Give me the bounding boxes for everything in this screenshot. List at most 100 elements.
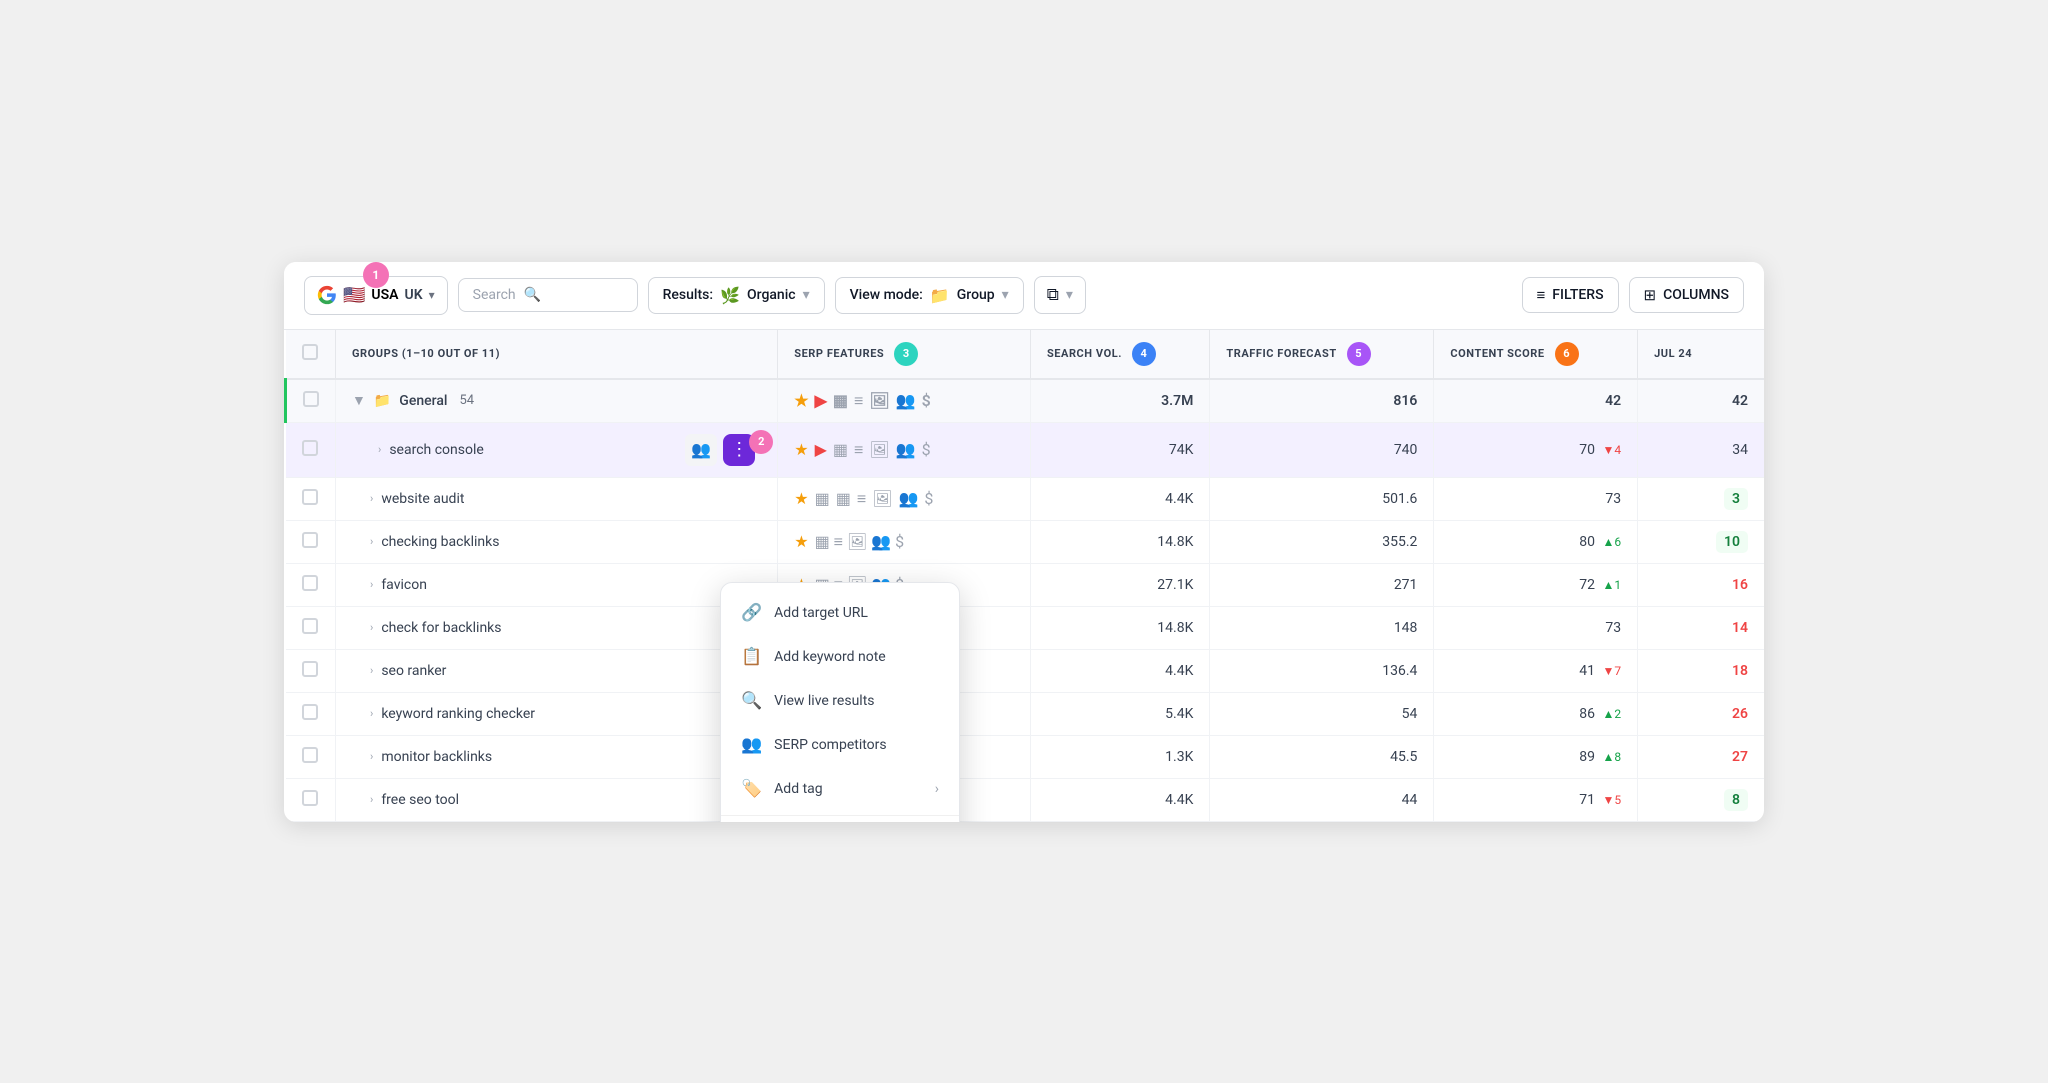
menu-item-add-url[interactable]: 🔗 Add target URL bbox=[721, 591, 959, 635]
keyword-cell: › favicon bbox=[336, 563, 778, 606]
context-menu: 🔗 Add target URL 📋 Add keyword note 🔍 Vi… bbox=[720, 582, 960, 822]
general-checkbox[interactable] bbox=[303, 391, 319, 407]
results-label: Results: bbox=[663, 287, 713, 303]
jul-cell: 10 bbox=[1638, 520, 1764, 563]
jul-header-label: JUL 24 bbox=[1654, 347, 1692, 360]
header-searchvol: SEARCH VOL. 4 bbox=[1030, 330, 1209, 379]
submenu-arrow-icon: › bbox=[935, 781, 939, 797]
row-checkbox[interactable] bbox=[302, 618, 318, 634]
searchvol-cell: 74K bbox=[1030, 422, 1209, 477]
menu-item-add-tag[interactable]: 🏷️ Add tag › bbox=[721, 767, 959, 811]
keyword-text: check for backlinks bbox=[381, 620, 501, 636]
row-checkbox[interactable] bbox=[302, 532, 318, 548]
results-button[interactable]: Results: 🌿 Organic ▾ bbox=[648, 277, 825, 314]
main-table: GROUPS (1–10 OUT OF 11) SERP FEATURES 3 bbox=[284, 330, 1764, 822]
serp-list-icon: ≡ bbox=[854, 391, 863, 411]
serp-bar-icon: ▦ bbox=[836, 489, 851, 508]
searchvol-cell: 14.8K bbox=[1030, 606, 1209, 649]
traffic-cell: 44 bbox=[1210, 778, 1434, 821]
menu-divider bbox=[721, 815, 959, 816]
serp-image-icon: 🖼 bbox=[869, 391, 889, 410]
table-row: › search console 👥 ⋮ 2 bbox=[286, 422, 1765, 477]
search-box[interactable]: Search 🔍 bbox=[458, 278, 638, 312]
row-expand-icon[interactable]: › bbox=[370, 621, 373, 634]
row-checkbox[interactable] bbox=[302, 661, 318, 677]
serp-video-icon: ▶ bbox=[815, 440, 827, 459]
menu-item-add-note[interactable]: 📋 Add keyword note bbox=[721, 635, 959, 679]
row-expand-icon[interactable]: › bbox=[378, 443, 381, 456]
jul-cell: 14 bbox=[1638, 606, 1764, 649]
general-checkbox-cell bbox=[286, 379, 336, 423]
row-expand-icon[interactable]: › bbox=[370, 793, 373, 806]
copy-button[interactable]: ⧉ ▾ bbox=[1034, 276, 1086, 314]
general-jul-cell: 42 bbox=[1638, 379, 1764, 423]
searchvol-cell: 27.1K bbox=[1030, 563, 1209, 606]
row-expand-icon[interactable]: › bbox=[370, 664, 373, 677]
jul-cell: 26 bbox=[1638, 692, 1764, 735]
menu-item-copy-row[interactable]: 📄 Copy row bbox=[721, 820, 959, 822]
searchvol-cell: 14.8K bbox=[1030, 520, 1209, 563]
score-change: ▲8 bbox=[1602, 750, 1621, 764]
searchvol-cell: 4.4K bbox=[1030, 477, 1209, 520]
row-expand-icon[interactable]: › bbox=[370, 535, 373, 548]
keyword-cell: › check for backlinks bbox=[336, 606, 778, 649]
traffic-cell: 355.2 bbox=[1210, 520, 1434, 563]
serp-star-icon: ★ bbox=[794, 391, 808, 410]
serp-people-icon: 👥 bbox=[896, 391, 916, 410]
row-checkbox[interactable] bbox=[302, 489, 318, 505]
header-jul: JUL 24 bbox=[1638, 330, 1764, 379]
people-action-icon[interactable]: 👥 bbox=[685, 434, 717, 466]
general-serp-cell: ★ ▶ ▦ ≡ 🖼 👥 $ bbox=[778, 379, 1031, 423]
viewmode-button[interactable]: View mode: 📁 Group ▾ bbox=[835, 277, 1024, 314]
content-cell: 73 bbox=[1434, 477, 1638, 520]
row-checkbox[interactable] bbox=[302, 575, 318, 591]
general-count: 54 bbox=[459, 393, 474, 408]
header-checkbox-cell bbox=[286, 330, 336, 379]
serp-image-icon: 🖼 bbox=[869, 440, 889, 459]
keyword-text: search console bbox=[389, 442, 483, 458]
serp-star-icon: ★ bbox=[794, 489, 808, 508]
header-serp: SERP FEATURES 3 bbox=[778, 330, 1031, 379]
note-icon: 📋 bbox=[741, 647, 762, 667]
serp-cell: ★ ▦ ▦ ≡ 🖼 👥 $ bbox=[778, 477, 1031, 520]
header-content: CONTENT SCORE 6 bbox=[1434, 330, 1638, 379]
traffic-header-label: TRAFFIC FORECAST bbox=[1226, 347, 1336, 360]
keyword-cell: › seo ranker bbox=[336, 649, 778, 692]
keyword-cell: › keyword ranking checker bbox=[336, 692, 778, 735]
row-checkbox[interactable] bbox=[302, 440, 318, 456]
row-expand-icon[interactable]: › bbox=[370, 492, 373, 505]
row-expand-icon[interactable]: › bbox=[370, 578, 373, 591]
score-change: ▼5 bbox=[1602, 793, 1621, 807]
jul-cell: 27 bbox=[1638, 735, 1764, 778]
filters-button[interactable]: ≡ FILTERS bbox=[1522, 277, 1619, 313]
country-label: USA bbox=[371, 287, 398, 303]
row-checkbox[interactable] bbox=[302, 704, 318, 720]
table-row: › keyword ranking checker ★ ▦ ≡ 🖼 👥 $ 5.… bbox=[286, 692, 1765, 735]
menu-item-serp-competitors[interactable]: 👥 SERP competitors bbox=[721, 723, 959, 767]
row-expand-icon[interactable]: › bbox=[370, 707, 373, 720]
content-cell: 73 bbox=[1434, 606, 1638, 649]
serp-header-label: SERP FEATURES bbox=[794, 347, 884, 360]
traffic-cell: 136.4 bbox=[1210, 649, 1434, 692]
copy-chevron-icon: ▾ bbox=[1066, 287, 1073, 303]
general-searchvol-cell: 3.7M bbox=[1030, 379, 1209, 423]
traffic-cell: 501.6 bbox=[1210, 477, 1434, 520]
keyword-text: website audit bbox=[381, 491, 464, 507]
row-expand-icon[interactable]: › bbox=[370, 750, 373, 763]
columns-button[interactable]: ⊞ COLUMNS bbox=[1629, 277, 1744, 313]
traffic-cell: 45.5 bbox=[1210, 735, 1434, 778]
row-checkbox[interactable] bbox=[302, 747, 318, 763]
keyword-text: monitor backlinks bbox=[381, 749, 492, 765]
header-traffic: TRAFFIC FORECAST 5 bbox=[1210, 330, 1434, 379]
traffic-cell: 271 bbox=[1210, 563, 1434, 606]
select-all-checkbox[interactable] bbox=[302, 344, 318, 360]
table-row: › website audit ★ ▦ ▦ ≡ 🖼 👥 $ bbox=[286, 477, 1765, 520]
menu-item-live-results[interactable]: 🔍 View live results bbox=[721, 679, 959, 723]
keyword-cell: › free seo tool bbox=[336, 778, 778, 821]
serp-star-icon: ★ bbox=[794, 440, 808, 459]
content-cell: 70 ▼4 bbox=[1434, 422, 1638, 477]
row-checkbox[interactable] bbox=[302, 790, 318, 806]
general-expand-icon[interactable]: ▼ bbox=[352, 392, 366, 409]
table-row: › free seo tool ★ 🖼 👥 $ 4.4K 44 bbox=[286, 778, 1765, 821]
general-traffic-cell: 816 bbox=[1210, 379, 1434, 423]
